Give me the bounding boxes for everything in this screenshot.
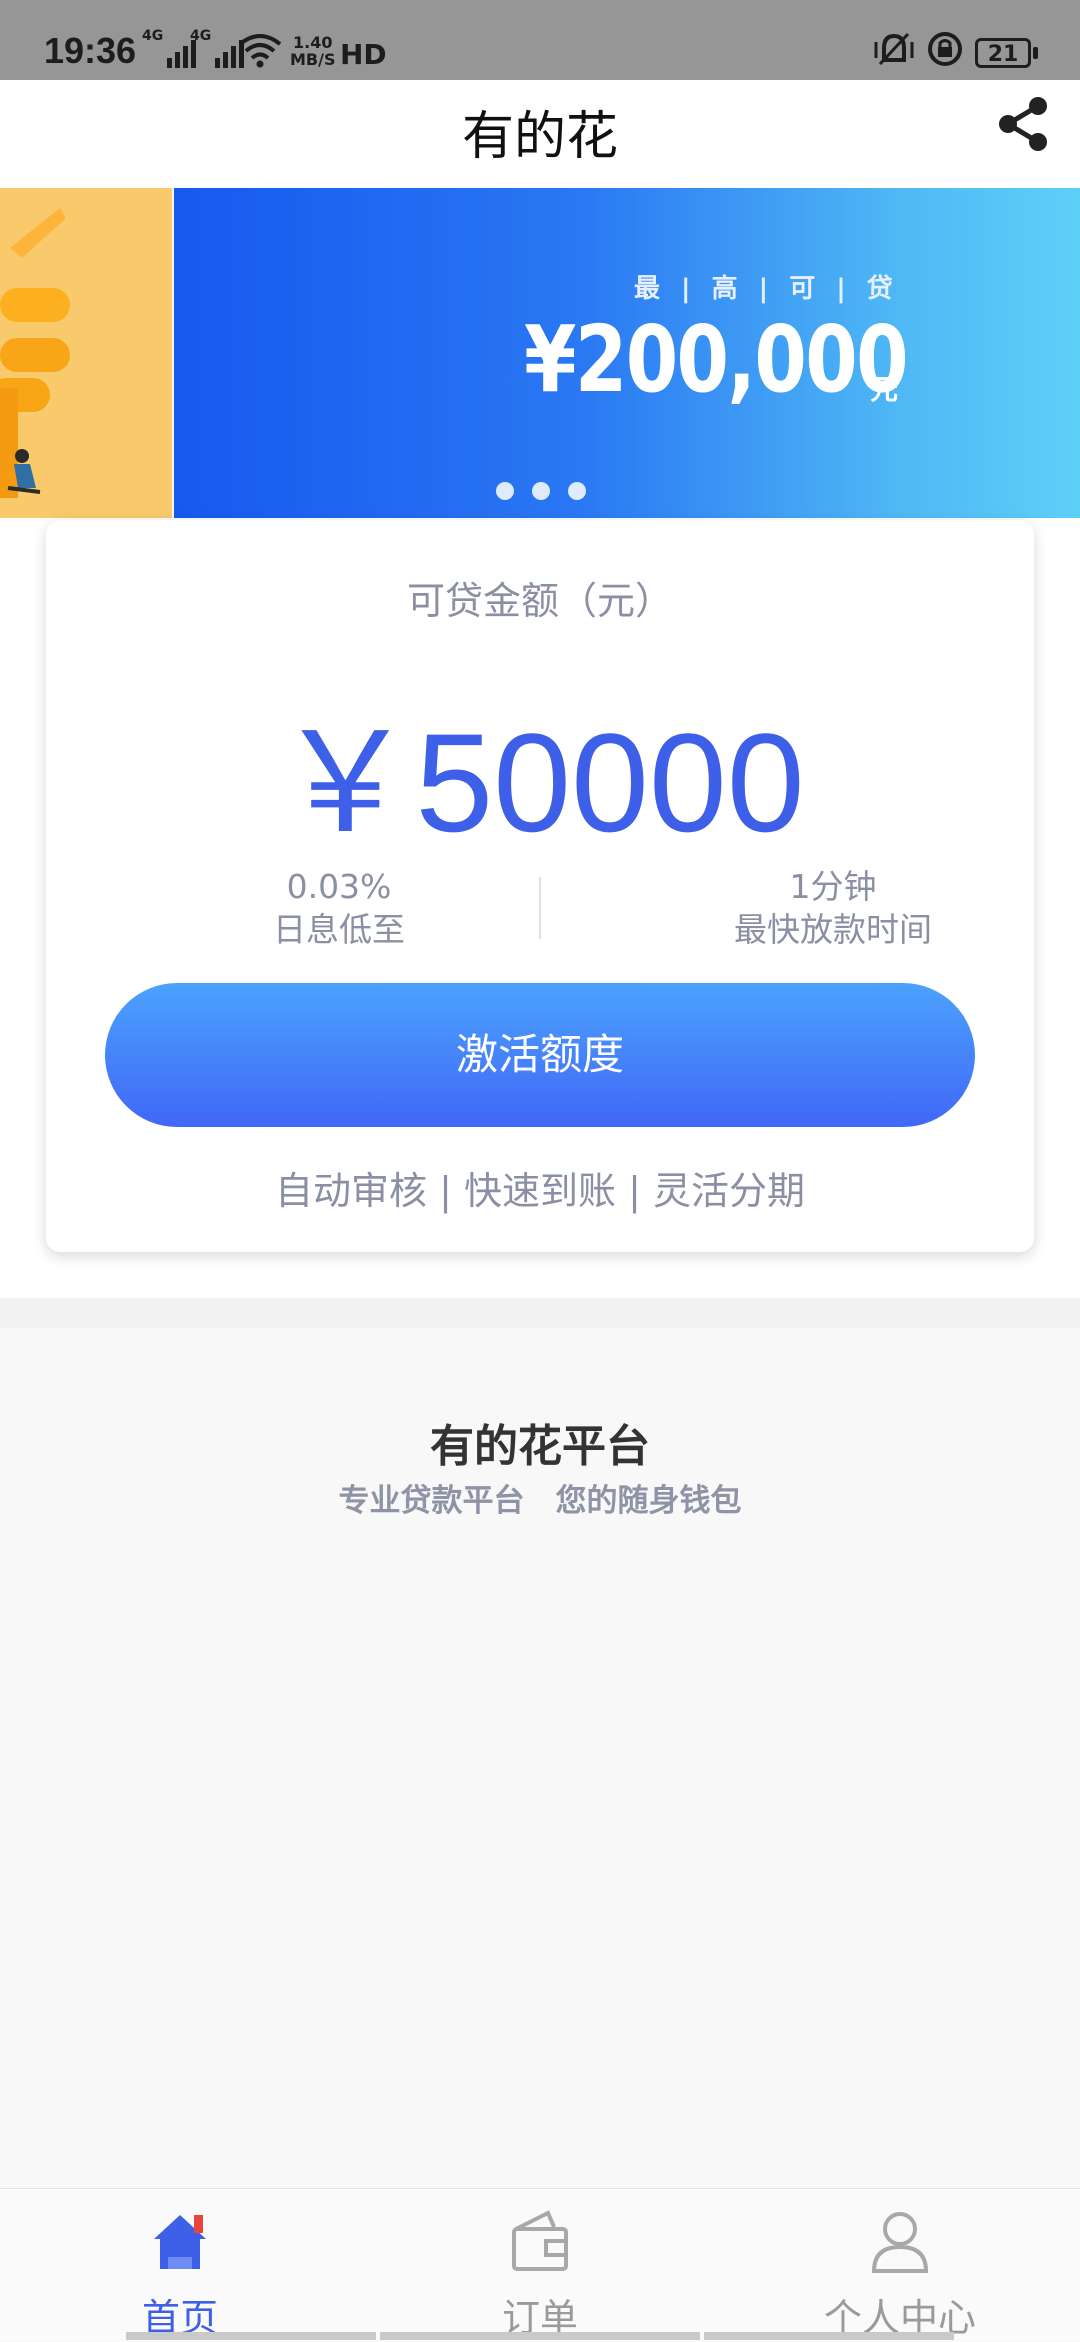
user-icon (871, 2212, 929, 2273)
banner-subtitle: 最 | 高 | 可 | 贷 (634, 274, 899, 304)
stat-divider (539, 877, 541, 939)
section-divider (0, 1298, 1080, 1328)
platform-slogan: 专业贷款平台 您的随身钱包 (338, 1483, 742, 1519)
bottom-nav: 首页 订单 个人中心 (0, 2188, 1080, 2341)
banner-unit: 元 (870, 373, 899, 406)
nav-scroll-indicator (704, 2332, 954, 2340)
card-features: 自动审核 | 快速到账 | 灵活分期 (275, 1169, 805, 1213)
available-amount-label: 可贷金额（元） (406, 579, 673, 623)
rotation-lock-icon (928, 32, 962, 66)
status-bar: 19:36 4G 4G 1.40 MB/S HD 21 (0, 0, 1080, 80)
promo-banner[interactable]: 最 | 高 | 可 | 贷 ¥200,000 元 (0, 188, 1080, 518)
banner-previous-slide (0, 188, 172, 518)
wifi-icon (238, 34, 282, 68)
carousel-dot[interactable] (496, 482, 514, 500)
nav-item-orders[interactable]: 订单 (420, 2189, 660, 2341)
page-title: 有的花 (461, 107, 618, 167)
platform-title: 有的花平台 (430, 1421, 650, 1472)
wallet-icon (512, 2210, 568, 2271)
carousel-indicator (496, 482, 586, 500)
battery-tip (1033, 47, 1038, 59)
payout-time-stat: 1分钟 最快放款时间 (633, 865, 1033, 951)
signal-icon: 4G (190, 28, 245, 68)
hd-icon: HD (340, 38, 387, 71)
stat-value: 0.03% (286, 867, 392, 906)
available-amount: ￥50000 (275, 704, 805, 861)
home-icon (154, 2215, 206, 2269)
carousel-dot[interactable] (532, 482, 550, 500)
nav-item-home[interactable]: 首页 (60, 2189, 300, 2341)
signal-icon: 4G (142, 28, 197, 68)
status-time: 19:36 (44, 30, 137, 71)
banner-current-slide: 最 | 高 | 可 | 贷 ¥200,000 元 (174, 188, 1080, 518)
stat-label: 日息低至 (273, 910, 405, 949)
carousel-dot[interactable] (568, 482, 586, 500)
daily-interest-stat: 0.03% 日息低至 (139, 865, 539, 951)
share-icon[interactable] (994, 94, 1054, 154)
network-speed: 1.40 MB/S (290, 33, 336, 69)
nav-item-profile[interactable]: 个人中心 (780, 2189, 1020, 2341)
vibrate-icon (874, 32, 914, 66)
stat-value: 1分钟 (789, 867, 877, 906)
stat-label: 最快放款时间 (734, 910, 932, 949)
app-header: 有的花 (0, 80, 1080, 189)
nav-scroll-indicator (126, 2332, 376, 2340)
nav-scroll-indicator (380, 2332, 700, 2340)
activate-credit-button[interactable]: 激活额度 (105, 983, 975, 1127)
battery-icon: 21 (975, 38, 1031, 68)
loan-card: 可贷金额（元） ￥50000 0.03% 日息低至 1分钟 最快放款时间 激活额… (46, 520, 1034, 1252)
banner-amount: ¥200,000 (524, 306, 909, 413)
coin-illustration (0, 188, 172, 518)
